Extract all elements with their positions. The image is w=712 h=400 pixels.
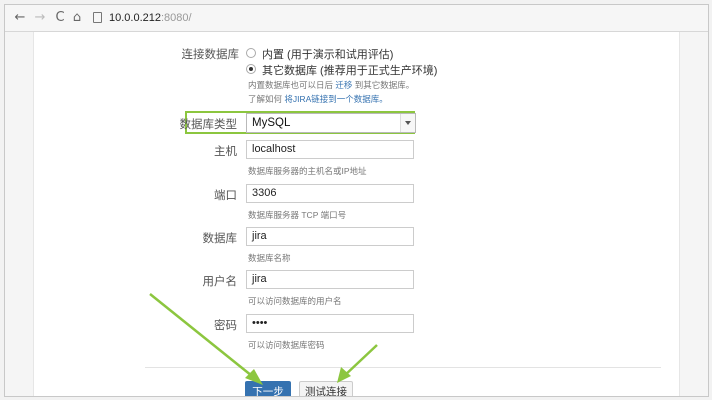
password-input[interactable]: •••• [246,314,414,333]
form-divider [145,367,661,368]
host-label: 主机 [214,146,237,158]
migrate-hint-suffix: 到其它数据库。 [354,80,415,90]
radio-other[interactable] [246,64,256,74]
username-label: 用户名 [202,276,238,288]
port-input[interactable]: 3306 [246,184,414,203]
test-connection-button[interactable]: 测试连接 [299,381,353,396]
forward-icon[interactable]: → [33,11,47,25]
radio-builtin-label[interactable]: 内置 (用于演示和试用评估) [262,46,393,62]
setup-page: 连接数据库 内置 (用于演示和试用评估) 其它数据库 (推荐用于正式生产环境) … [5,32,708,396]
db-type-select[interactable]: MySQL [246,113,416,133]
host-input[interactable]: localhost [246,140,414,159]
port-label: 端口 [214,190,237,202]
db-type-value: MySQL [252,117,291,129]
address-bar[interactable]: 10.0.0.212:8080/ [87,9,699,27]
browser-window: ← → C ⌂ 10.0.0.212:8080/ 连接数据库 内置 (用于演示和… [4,4,709,397]
reload-icon[interactable]: C [53,11,67,25]
db-connection-label: 连接数据库 [181,49,240,61]
username-input[interactable]: jira [246,270,414,289]
right-gutter [679,32,708,396]
migrate-hint-prefix: 内置数据库也可以日后 [248,80,334,90]
password-label: 密码 [214,320,237,332]
radio-builtin[interactable] [246,48,256,58]
chevron-down-icon[interactable] [400,114,415,132]
migrate-link[interactable]: 迁移 [335,80,352,90]
database-hint: 数据库名称 [248,253,291,263]
arrow-to-next-icon [149,293,263,385]
page-info-icon[interactable] [93,12,102,23]
url-port: :8080/ [161,12,192,24]
arrow-to-test-icon [337,344,378,383]
learn-link[interactable]: 将JIRA链接到一个数据库。 [284,94,387,104]
radio-other-label[interactable]: 其它数据库 (推荐用于正式生产环境) [262,62,437,78]
next-button[interactable]: 下一步 [245,381,291,396]
host-hint: 数据库服务器的主机名或IP地址 [248,166,367,176]
back-icon[interactable]: ← [13,11,27,25]
migrate-hint: 内置数据库也可以日后 迁移 到其它数据库。 [248,79,414,91]
learn-hint-prefix: 了解如何 [248,94,283,104]
left-gutter [5,32,34,396]
database-input[interactable]: jira [246,227,414,246]
username-hint: 可以访问数据库的用户名 [248,296,342,306]
learn-hint: 了解如何 将JIRA链接到一个数据库。 [248,93,388,105]
url-text: 10.0.0.212:8080/ [109,9,192,27]
db-type-label: 数据库类型 [179,119,238,131]
browser-toolbar: ← → C ⌂ 10.0.0.212:8080/ [5,5,708,32]
database-label: 数据库 [202,233,238,245]
url-host: 10.0.0.212 [109,12,161,24]
password-hint: 可以访问数据库密码 [248,340,325,350]
port-hint: 数据库服务器 TCP 端口号 [248,210,347,220]
home-icon[interactable]: ⌂ [70,11,84,25]
